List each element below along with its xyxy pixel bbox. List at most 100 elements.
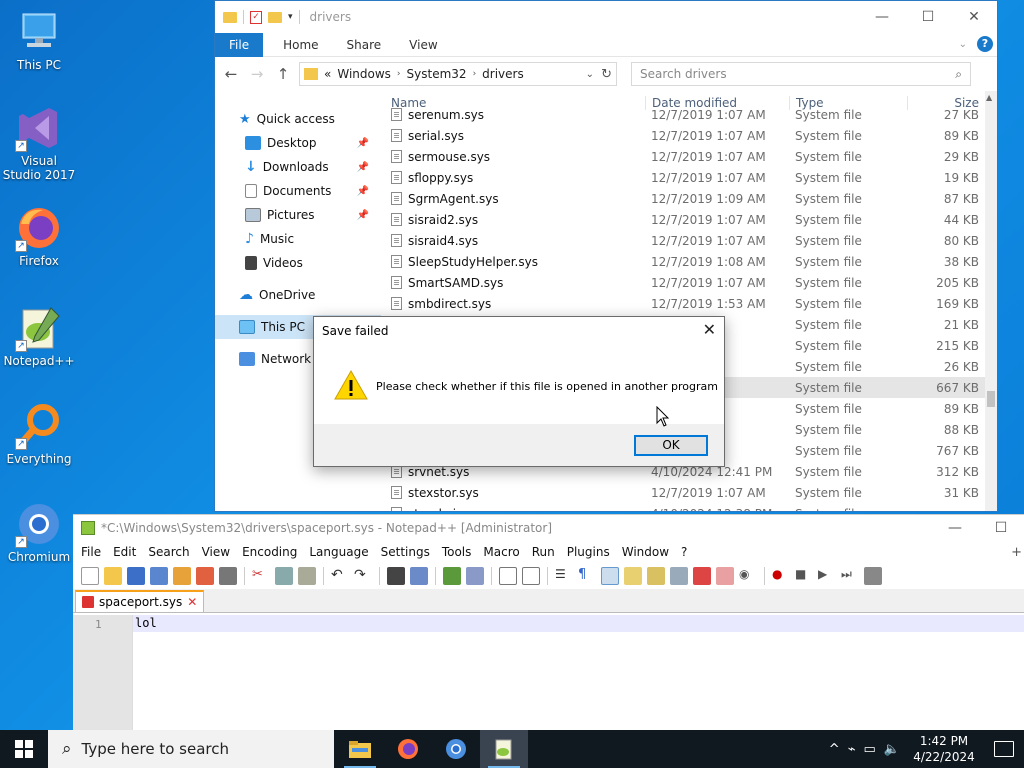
close-icon[interactable]: ✕	[703, 320, 716, 339]
refresh-icon[interactable]: ↻	[601, 67, 612, 82]
chevron-down-icon[interactable]: ⌄	[586, 69, 594, 80]
scroll-up-icon[interactable]: ▲	[986, 93, 992, 102]
file-name-cell[interactable]: SmartSAMD.sys	[385, 276, 645, 290]
file-name-cell[interactable]: sermouse.sys	[385, 150, 645, 164]
taskbar-search-input[interactable]: ⌕ Type here to search	[48, 730, 334, 768]
run-macro-multiple-icon[interactable]: ⏭	[841, 567, 859, 585]
nav-onedrive[interactable]: ☁ OneDrive	[215, 283, 381, 307]
address-bar[interactable]: « Windows › System32 › drivers ⌄ ↻	[299, 62, 617, 86]
close-all-icon[interactable]	[196, 567, 214, 585]
chevron-right-icon[interactable]: ›	[473, 69, 477, 79]
nav-music[interactable]: ♪ Music	[215, 227, 381, 251]
language-icon[interactable]	[624, 567, 642, 585]
file-name-cell[interactable]: sisraid4.sys	[385, 234, 645, 248]
show-hidden-icons-icon[interactable]: ^	[829, 742, 840, 757]
file-row[interactable]: SleepStudyHelper.sys 12/7/2019 1:08 AM Sys…	[385, 251, 985, 272]
tab-share[interactable]: Share	[333, 33, 396, 57]
file-row[interactable]: SgrmAgent.sys 12/7/2019 1:09 AM System fil…	[385, 188, 985, 209]
file-name-cell[interactable]: sisraid2.sys	[385, 213, 645, 227]
desktop-icon-visual-studio[interactable]: ↗ Visual Studio 2017	[2, 104, 76, 182]
nav-desktop[interactable]: Desktop 📌	[215, 131, 381, 155]
record-macro-icon[interactable]: ●	[772, 567, 790, 585]
desktop-icon-this-pc[interactable]: This PC	[2, 8, 76, 72]
code-line[interactable]: lol	[133, 615, 1024, 632]
expand-ribbon-icon[interactable]: ⌄	[959, 39, 967, 50]
address-prefix[interactable]: «	[324, 67, 331, 81]
play-macro-icon[interactable]: ▶	[818, 567, 836, 585]
up-arrow-icon[interactable]: ↑	[273, 65, 293, 83]
pin-icon[interactable]: 📌	[357, 186, 369, 197]
menu-item[interactable]: Tools	[436, 545, 478, 559]
help-icon[interactable]: ?	[977, 36, 993, 52]
sync-vertical-icon[interactable]	[499, 567, 517, 585]
menu-item[interactable]: File	[75, 545, 107, 559]
close-button[interactable]: ✕	[951, 1, 997, 33]
zoom-out-icon[interactable]	[466, 567, 484, 585]
save-all-icon[interactable]	[150, 567, 168, 585]
tab-home[interactable]: Home	[269, 33, 332, 57]
menu-item[interactable]: Macro	[477, 545, 525, 559]
file-name-cell[interactable]: serial.sys	[385, 129, 645, 143]
menu-item[interactable]: Plugins	[561, 545, 616, 559]
menu-item[interactable]: Settings	[375, 545, 436, 559]
indent-guide-icon[interactable]	[601, 567, 619, 585]
undo-icon[interactable]: ↶	[331, 567, 349, 585]
file-name-cell[interactable]: storahci.sys	[385, 507, 645, 511]
menu-item[interactable]: Window	[616, 545, 675, 559]
file-row[interactable]: SmartSAMD.sys 12/7/2019 1:07 AM System fil…	[385, 272, 985, 293]
file-row[interactable]: sisraid2.sys 12/7/2019 1:07 AM System file…	[385, 209, 985, 230]
breadcrumb-system32[interactable]: System32	[407, 67, 467, 81]
menu-item[interactable]: Run	[526, 545, 561, 559]
doc-map-icon[interactable]	[647, 567, 665, 585]
monitoring-eye-icon[interactable]: ◉	[739, 567, 757, 585]
taskbar-file-explorer[interactable]	[336, 730, 384, 768]
minimize-button[interactable]: —	[932, 515, 978, 541]
file-row[interactable]: smbdirect.sys 12/7/2019 1:53 AM System fil…	[385, 293, 985, 314]
taskbar-chromium[interactable]	[432, 730, 480, 768]
tab-file[interactable]: File	[215, 32, 264, 57]
show-all-characters-icon[interactable]: ¶	[578, 567, 596, 585]
close-file-icon[interactable]	[173, 567, 191, 585]
zoom-in-icon[interactable]	[443, 567, 461, 585]
scrollbar-thumb[interactable]	[987, 391, 995, 407]
file-name-cell[interactable]: sfloppy.sys	[385, 171, 645, 185]
nav-quick-access[interactable]: ★ Quick access	[215, 107, 381, 131]
search-input[interactable]: Search drivers ⌕	[631, 62, 971, 86]
menu-item[interactable]: Language	[303, 545, 374, 559]
tab-spaceport[interactable]: spaceport.sys ✕	[75, 590, 205, 612]
pin-icon[interactable]: 📌	[357, 138, 369, 149]
desktop-icon-everything[interactable]: ↗ Everything	[2, 402, 76, 466]
tab-view[interactable]: View	[395, 33, 451, 57]
file-name-cell[interactable]: serenum.sys	[385, 108, 645, 122]
network-disconnected-icon[interactable]: ⌁	[848, 742, 856, 757]
ethernet-icon[interactable]: ▭	[864, 742, 876, 757]
file-row[interactable]: serenum.sys 12/7/2019 1:07 AM System file 2…	[385, 104, 985, 125]
sync-horizontal-icon[interactable]	[522, 567, 540, 585]
nav-documents[interactable]: Documents 📌	[215, 179, 381, 203]
function-list-icon[interactable]	[693, 567, 711, 585]
nav-downloads[interactable]: ↓ Downloads 📌	[215, 155, 381, 179]
chevron-right-icon[interactable]: ›	[397, 69, 401, 79]
clock[interactable]: 1:42 PM 4/22/2024	[908, 733, 980, 765]
menu-item[interactable]: Encoding	[236, 545, 303, 559]
notification-center-icon[interactable]	[994, 741, 1014, 757]
menu-item[interactable]: Search	[142, 545, 195, 559]
save-icon[interactable]	[127, 567, 145, 585]
find-icon[interactable]	[387, 567, 405, 585]
start-button[interactable]	[0, 730, 48, 768]
redo-icon[interactable]: ↷	[354, 567, 372, 585]
copy-icon[interactable]	[275, 567, 293, 585]
folder-as-workspace-icon[interactable]	[716, 567, 734, 585]
new-file-icon[interactable]	[81, 567, 99, 585]
desktop-icon-chromium[interactable]: ↗ Chromium	[2, 500, 76, 564]
pin-icon[interactable]: 📌	[357, 210, 369, 221]
breadcrumb-drivers[interactable]: drivers	[482, 67, 524, 81]
cut-icon[interactable]: ✂	[252, 567, 270, 585]
file-row[interactable]: sermouse.sys 12/7/2019 1:07 AM System file…	[385, 146, 985, 167]
vertical-scrollbar[interactable]: ▲	[985, 91, 997, 511]
replace-icon[interactable]	[410, 567, 428, 585]
chevron-down-icon[interactable]: ▾	[288, 12, 293, 22]
file-row[interactable]: sisraid4.sys 12/7/2019 1:07 AM System file…	[385, 230, 985, 251]
back-arrow-icon[interactable]: ←	[221, 65, 241, 83]
volume-muted-icon[interactable]: 🔈	[884, 742, 900, 757]
